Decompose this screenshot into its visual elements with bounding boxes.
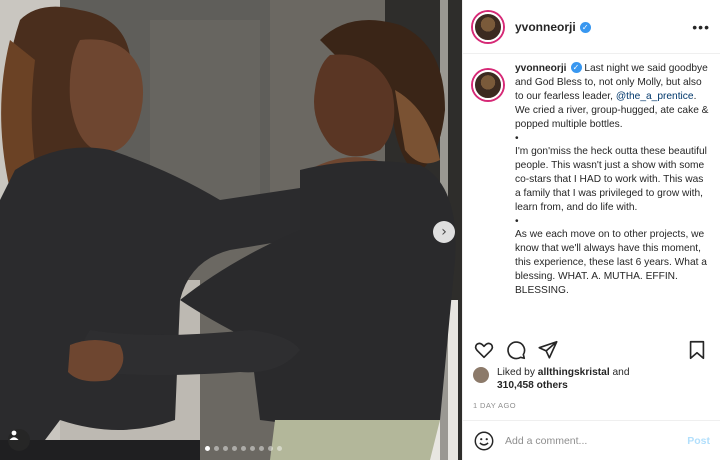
- caption-paragraph-3: As we each move on to other projects, we…: [515, 229, 707, 296]
- username-link[interactable]: yvonneorji ✓: [515, 20, 591, 34]
- caption-text: yvonneorji ✓ Last night we said goodbye a…: [515, 62, 711, 301]
- liked-by-and: and: [609, 367, 630, 378]
- bookmark-icon[interactable]: [686, 339, 708, 361]
- action-bar: [473, 336, 710, 364]
- post-photo[interactable]: ›: [0, 0, 462, 460]
- heart-icon[interactable]: [473, 339, 495, 361]
- carousel-dot: [232, 446, 237, 451]
- photo-image: [0, 0, 462, 460]
- verified-badge-icon: ✓: [579, 21, 591, 33]
- carousel-dot: [250, 446, 255, 451]
- post-side-panel: yvonneorji ✓ ••• yvonneorji ✓ Last night w…: [462, 0, 720, 460]
- avatar[interactable]: [473, 11, 503, 42]
- share-icon[interactable]: [537, 339, 559, 361]
- caption-area: yvonneorji ✓ Last night we said goodbye a…: [463, 62, 720, 330]
- post-comment-button[interactable]: Post: [687, 435, 710, 447]
- mention-link[interactable]: @the_a_prentice: [616, 91, 694, 102]
- carousel-dot: [214, 446, 219, 451]
- comment-bar: Add a comment... Post: [463, 420, 720, 460]
- carousel-indicator: [205, 446, 282, 451]
- carousel-dot: [259, 446, 264, 451]
- carousel-dot: [223, 446, 228, 451]
- caption-bullet: •: [515, 216, 519, 227]
- post-header: yvonneorji ✓ •••: [463, 0, 720, 54]
- caption-paragraph-2: I'm gon'miss the heck outta these beauti…: [515, 146, 707, 213]
- post-timestamp[interactable]: 1 DAY AGO: [473, 401, 516, 410]
- user-tag-icon[interactable]: [8, 429, 30, 451]
- carousel-dot: [268, 446, 273, 451]
- more-options-button[interactable]: •••: [692, 19, 710, 35]
- comment-input[interactable]: Add a comment...: [505, 435, 687, 447]
- likes-summary: Liked by allthingskristal and 310,458 ot…: [473, 366, 630, 392]
- username-text: yvonneorji: [515, 19, 576, 34]
- carousel-dot: [205, 446, 210, 451]
- caption-avatar[interactable]: [473, 70, 503, 100]
- carousel-dot: [241, 446, 246, 451]
- likes-count-link[interactable]: 310,458 others: [497, 380, 568, 391]
- person-icon: [9, 430, 19, 440]
- liked-by-prefix: Liked by: [497, 367, 538, 378]
- liker-avatar[interactable]: [473, 367, 489, 383]
- carousel-dot: [277, 446, 282, 451]
- liked-by-user-link[interactable]: allthingskristal: [538, 367, 610, 378]
- caption-username-link[interactable]: yvonneorji: [515, 63, 567, 74]
- verified-badge-icon: ✓: [570, 62, 582, 73]
- emoji-icon[interactable]: [473, 430, 495, 452]
- comment-icon[interactable]: [505, 339, 527, 361]
- carousel-next-button[interactable]: ›: [433, 221, 455, 243]
- caption-bullet: •: [515, 133, 519, 144]
